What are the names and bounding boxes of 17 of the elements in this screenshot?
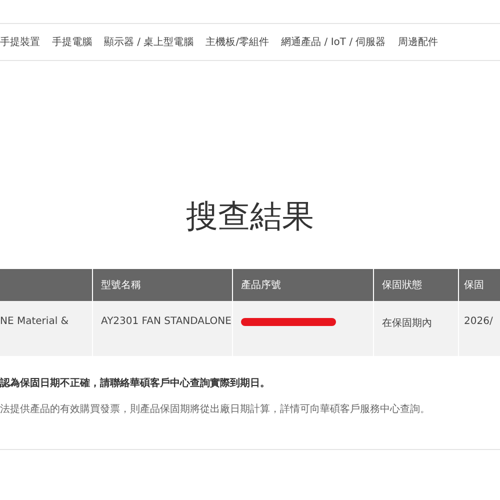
column-header: 型號名稱 (93, 269, 232, 301)
table-cell: 2026/ (459, 301, 500, 356)
nav-link[interactable]: 主機板/零組件 (206, 35, 270, 49)
nav-link[interactable]: 手提裝置 (0, 35, 40, 49)
table-cell: 在保固期內 (374, 301, 458, 356)
column-header: 產品序號 (233, 269, 373, 301)
nav-link[interactable]: 周邊配件 (398, 35, 438, 49)
table-cell: NE Material & (0, 301, 92, 356)
note-text: 認為保固日期不正確，請聯絡華碩客戶中心查詢實際到期日。 (0, 376, 271, 390)
page-title: 搜查結果 (185, 196, 315, 237)
nav-link[interactable]: 顯示器 / 桌上型電腦 (104, 35, 194, 49)
nav-link[interactable]: 手提電腦 (52, 35, 92, 49)
nav-link[interactable]: 網通產品 / IoT / 伺服器 (281, 35, 386, 49)
table-cell: AY2301 FAN STANDALONE (93, 301, 232, 356)
column-header: 保固 (459, 269, 500, 301)
note-text: 法提供產品的有效購買發票，則產品保固期將從出廠日期計算，詳情可向華碩客戶服務中心查詢。 (0, 402, 431, 416)
column-header: 保固狀態 (374, 269, 458, 301)
